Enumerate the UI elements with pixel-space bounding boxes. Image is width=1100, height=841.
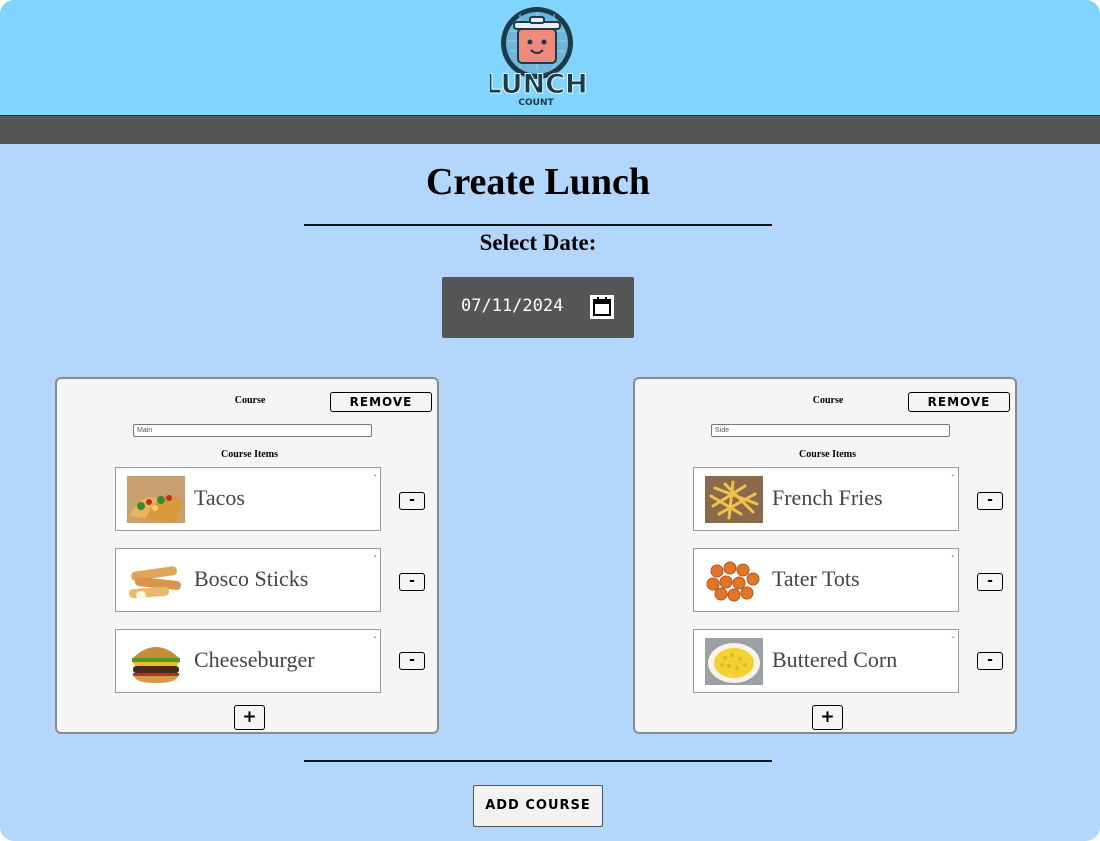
course-item-select[interactable]: Cheeseburger ˇ [115,629,381,693]
chevron-down-icon: ˇ [373,636,377,645]
course-card-side: Course REMOVE Side Course Items French F… [633,377,1017,734]
date-input[interactable]: 07/11/2024 [442,277,634,338]
tacos-image [127,476,185,523]
tater-tots-image [705,557,763,604]
remove-course-button[interactable]: REMOVE [330,392,432,412]
calendar-icon[interactable] [590,295,614,319]
bosco-sticks-image [127,557,185,604]
divider [304,760,772,762]
course-item-label: French Fries [772,485,883,510]
cheeseburger-image [127,638,185,685]
chevron-down-icon: ˇ [951,555,955,564]
course-item-label: Tacos [194,485,245,510]
remove-course-button[interactable]: REMOVE [908,392,1010,412]
remove-item-button[interactable]: - [977,573,1003,591]
course-name-input[interactable]: Side [711,424,950,437]
remove-item-button[interactable]: - [977,652,1003,670]
course-card-main: Course REMOVE Main Course Items Tacos ˇ … [55,377,439,734]
header: LUNCH COUNT [0,0,1100,116]
course-item-select[interactable]: Tacos ˇ [115,467,381,531]
remove-item-button[interactable]: - [399,652,425,670]
course-item-select[interactable]: French Fries ˇ [693,467,959,531]
remove-item-button[interactable]: - [399,573,425,591]
course-item-select[interactable]: Tater Tots ˇ [693,548,959,612]
svg-text:LUNCH: LUNCH [490,69,586,100]
course-item-select[interactable]: Bosco Sticks ˇ [115,548,381,612]
remove-item-button[interactable]: - [399,492,425,510]
chevron-down-icon: ˇ [951,474,955,483]
date-value: 07/11/2024 [461,296,564,316]
date-label: Select Date: [479,230,597,255]
course-item-label: Tater Tots [772,566,860,591]
course-items-label: Course Items [221,449,278,460]
add-item-button[interactable]: + [812,705,843,730]
svg-text:COUNT: COUNT [518,98,554,108]
add-item-button[interactable]: + [234,705,265,730]
add-course-button[interactable]: ADD COURSE [473,785,603,827]
course-item-select[interactable]: Buttered Corn ˇ [693,629,959,693]
remove-item-button[interactable]: - [977,492,1003,510]
course-label: Course [812,395,844,406]
course-item-label: Cheeseburger [194,647,315,672]
course-item-label: Buttered Corn [772,647,898,672]
lunch-count-logo[interactable]: LUNCH COUNT [484,6,588,110]
french-fries-image [705,476,763,523]
nav-bar [0,116,1100,144]
chevron-down-icon: ˇ [373,555,377,564]
course-name-input[interactable]: Main [133,424,372,437]
divider [304,224,772,226]
course-item-label: Bosco Sticks [194,566,309,591]
page: LUNCH COUNT Create Lunch Select Date: 07… [0,0,1100,841]
chevron-down-icon: ˇ [951,636,955,645]
course-label: Course [234,395,266,406]
buttered-corn-image [705,638,763,685]
course-items-label: Course Items [799,449,856,460]
chevron-down-icon: ˇ [373,474,377,483]
page-title: Create Lunch [425,161,651,203]
